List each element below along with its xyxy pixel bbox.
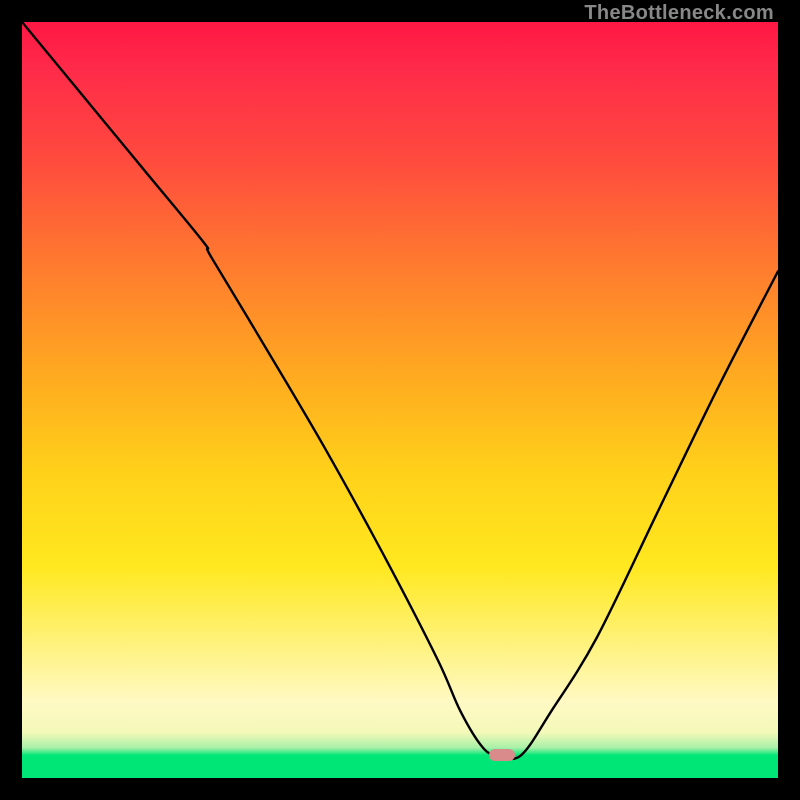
- optimal-marker: [489, 749, 515, 761]
- bottleneck-curve: [22, 22, 778, 778]
- watermark-text: TheBottleneck.com: [584, 2, 774, 25]
- chart-frame: TheBottleneck.com: [0, 0, 800, 800]
- curve-path: [22, 22, 778, 759]
- plot-area: [22, 22, 778, 778]
